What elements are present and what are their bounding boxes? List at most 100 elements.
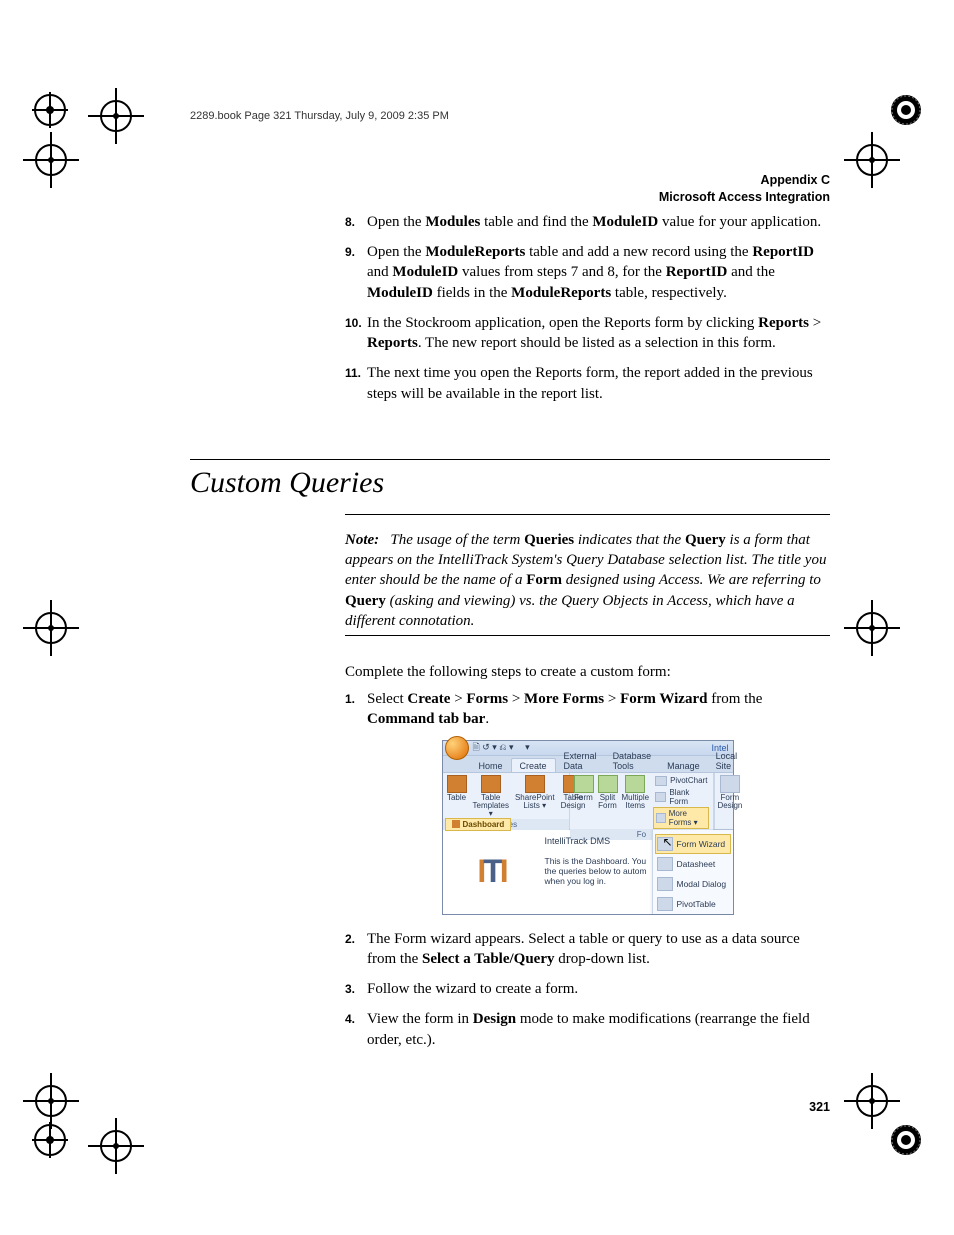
ribbon-tabs[interactable]: HomeCreateExternal DataDatabase ToolsMan… bbox=[443, 756, 733, 773]
step-text: In the Stockroom application, open the R… bbox=[367, 313, 830, 354]
crop-mark-icon bbox=[35, 144, 67, 176]
menu-item-label: PivotTable bbox=[677, 899, 716, 909]
ribbon-item-form-design[interactable]: Form Design bbox=[717, 775, 742, 811]
ribbon-tab[interactable]: Manage bbox=[659, 759, 708, 772]
office-button-icon[interactable] bbox=[445, 736, 469, 760]
ribbon-group-tables-items: Table Table Templates ▾SharePoint Lists ▾… bbox=[447, 775, 565, 819]
step-number: 11. bbox=[345, 363, 367, 404]
step-item: 3.Follow the wizard to create a form. bbox=[345, 979, 830, 999]
step-item: 8.Open the Modules table and find the Mo… bbox=[345, 212, 830, 232]
step-text: Follow the wizard to create a form. bbox=[367, 979, 830, 999]
step-number: 3. bbox=[345, 979, 367, 999]
ribbon-item-label: Split Form bbox=[598, 794, 618, 811]
table-icon bbox=[525, 775, 545, 793]
table-icon bbox=[481, 775, 501, 793]
crop-mark-icon bbox=[100, 100, 132, 132]
fig-mid-text: This is the Dashboard. You the queries b… bbox=[545, 856, 648, 886]
step-item: 1.Select Create > Forms > More Forms > F… bbox=[345, 689, 830, 730]
ribbon-item-label: Multiple Items bbox=[622, 794, 650, 811]
ribbon-tab[interactable]: Local Site bbox=[708, 749, 746, 772]
ribbon-item-label: Table Templates ▾ bbox=[473, 794, 509, 819]
intellitrack-logo-icon: ITI bbox=[477, 853, 505, 890]
menu-item[interactable]: PivotTable bbox=[655, 894, 731, 914]
note-rule bbox=[345, 635, 830, 636]
ribbon-item-label: Blank Form bbox=[669, 788, 707, 806]
ribbon-mini-item[interactable]: Blank Form bbox=[653, 787, 709, 807]
menu-item[interactable]: Datasheet bbox=[655, 854, 731, 874]
ribbon-tab[interactable]: Create bbox=[511, 758, 556, 772]
intro-text: Complete the following steps to create a… bbox=[345, 664, 830, 681]
ribbon-tab[interactable]: External Data bbox=[556, 749, 605, 772]
crop-mark-icon bbox=[856, 1085, 888, 1117]
step-text: Select Create > Forms > More Forms > For… bbox=[367, 689, 830, 730]
ribbon-item-label: Form Design bbox=[717, 794, 742, 811]
qat-icons[interactable]: 🗎 ↺ ▾ ⎌ ▾ ⠀ ▾ bbox=[473, 740, 530, 756]
step-text: The Form wizard appears. Select a table … bbox=[367, 929, 830, 970]
ribbon-item-label: Table bbox=[447, 794, 467, 802]
step-item: 2.The Form wizard appears. Select a tabl… bbox=[345, 929, 830, 970]
menu-item-label: Datasheet bbox=[677, 859, 716, 869]
step-item: 4.View the form in Design mode to make m… bbox=[345, 1009, 830, 1050]
ribbon-item[interactable]: Table Templates ▾ bbox=[473, 775, 509, 819]
section-heading: Custom Queries bbox=[190, 459, 830, 500]
step-text: View the form in Design mode to make mod… bbox=[367, 1009, 830, 1050]
menu-item-icon bbox=[657, 857, 673, 871]
step-text: The next time you open the Reports form,… bbox=[367, 363, 830, 404]
ribbon-tab[interactable]: Home bbox=[471, 759, 511, 772]
step-number: 4. bbox=[345, 1009, 367, 1050]
appendix-header: Appendix C Microsoft Access Integration bbox=[190, 172, 830, 206]
step-number: 8. bbox=[345, 212, 367, 232]
registration-dot-icon bbox=[32, 92, 68, 128]
form-icon bbox=[598, 775, 618, 793]
menu-item-icon bbox=[657, 877, 673, 891]
dashboard-tab[interactable]: Dashboard bbox=[445, 818, 512, 831]
registration-dot-icon bbox=[888, 92, 924, 128]
ribbon-item-label: Form bbox=[574, 794, 594, 802]
cursor-icon: ↖ bbox=[662, 835, 672, 849]
crop-mark-icon bbox=[856, 144, 888, 176]
ribbon-item[interactable]: Table bbox=[447, 775, 467, 802]
menu-item-icon bbox=[657, 897, 673, 911]
ribbon-forms-small: PivotChartBlank FormMore Forms ▾ bbox=[653, 775, 709, 829]
section-rule bbox=[345, 514, 830, 515]
appendix-line1: Appendix C bbox=[190, 172, 830, 189]
form-icon bbox=[625, 775, 645, 793]
ribbon-item[interactable]: Multiple Items bbox=[622, 775, 650, 829]
crop-mark-icon bbox=[100, 1130, 132, 1162]
menu-item[interactable]: Modal Dialog bbox=[655, 874, 731, 894]
crop-mark-icon bbox=[856, 612, 888, 644]
ribbon-item[interactable]: Split Form bbox=[598, 775, 618, 829]
ribbon-mini-item[interactable]: PivotChart bbox=[653, 775, 709, 787]
screenshot-figure: 🗎 ↺ ▾ ⎌ ▾ ⠀ ▾ Intel HomeCreateExternal D… bbox=[442, 740, 734, 915]
ribbon-item[interactable]: SharePoint Lists ▾ bbox=[515, 775, 555, 811]
mini-icon bbox=[655, 792, 666, 802]
step-item: 11.The next time you open the Reports fo… bbox=[345, 363, 830, 404]
more-forms-button[interactable]: More Forms ▾ bbox=[653, 807, 709, 829]
ribbon-forms-big: Form Split FormMultiple Items bbox=[574, 775, 650, 829]
steps-list-a: 8.Open the Modules table and find the Mo… bbox=[345, 212, 830, 404]
steps-list-c: 2.The Form wizard appears. Select a tabl… bbox=[345, 929, 830, 1050]
step-item: 9.Open the ModuleReports table and add a… bbox=[345, 242, 830, 303]
crop-mark-icon bbox=[35, 1085, 67, 1117]
page-number: 321 bbox=[190, 1100, 830, 1114]
step-number: 1. bbox=[345, 689, 367, 730]
step-number: 10. bbox=[345, 313, 367, 354]
note-paragraph: Note: The usage of the term Queries indi… bbox=[345, 530, 830, 631]
form-design-icon bbox=[720, 775, 740, 793]
ribbon-tab[interactable]: Database Tools bbox=[605, 749, 660, 772]
fig-body: ITI IntelliTrack DMS This is the Dashboa… bbox=[443, 830, 733, 914]
table-icon bbox=[447, 775, 467, 793]
step-text: Open the Modules table and find the Modu… bbox=[367, 212, 830, 232]
step-number: 2. bbox=[345, 929, 367, 970]
running-head: 2289.book Page 321 Thursday, July 9, 200… bbox=[190, 110, 830, 122]
logo-pane: ITI bbox=[443, 830, 541, 914]
registration-dot-icon bbox=[888, 1122, 924, 1158]
mini-icon bbox=[656, 813, 666, 823]
menu-item-label: Modal Dialog bbox=[677, 879, 727, 889]
registration-dot-icon bbox=[32, 1122, 68, 1158]
ribbon-item[interactable]: Form bbox=[574, 775, 594, 829]
ribbon-group-forms: Form Split FormMultiple Items PivotChartB… bbox=[570, 773, 715, 829]
step-number: 9. bbox=[345, 242, 367, 303]
step-text: Open the ModuleReports table and add a n… bbox=[367, 242, 830, 303]
mini-icon bbox=[655, 776, 667, 786]
